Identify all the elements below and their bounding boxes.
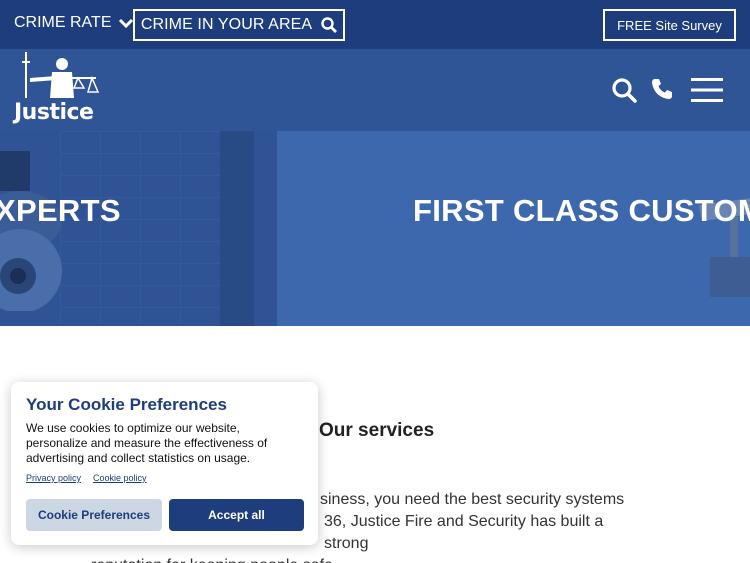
site-header [0,49,750,131]
hero-slider: XPERTS FIRST CLASS CUSTOMER [0,131,750,326]
intro-line: reputation for keeping people safe. [91,555,651,563]
cookie-title: Your Cookie Preferences [26,395,227,414]
hero-slide-text: FIRST CLASS CUSTOMER [413,193,750,228]
hero-slide-text: XPERTS [0,193,121,228]
crime-rate-label: CRIME RATE [14,14,112,31]
cookie-preferences-button[interactable]: Cookie Preferences [26,499,162,531]
search-icon[interactable] [611,77,637,103]
crime-area-label: CRIME IN YOUR AREA [140,16,313,33]
search-icon [321,17,338,33]
services-heading: Our services [319,420,435,441]
survey-label: FREE Site Survey [617,17,722,33]
logo-text: Justice [14,100,94,125]
accept-all-button[interactable]: Accept all [169,499,304,531]
cookie-policy-link[interactable]: Cookie policy [93,473,147,483]
dome-camera-icon [0,151,62,311]
privacy-policy-link[interactable]: Privacy policy [26,473,81,483]
hamburger-menu-icon[interactable] [691,77,723,103]
top-utility-bar: CRIME RATE CRIME IN YOUR AREA FREE Site … [0,0,750,49]
free-site-survey-button[interactable]: FREE Site Survey [603,9,736,41]
crime-rate-dropdown[interactable]: CRIME RATE [14,14,134,32]
cookie-links: Privacy policy Cookie policy [26,473,147,483]
cookie-description: We use cookies to optimize our website, … [26,421,268,465]
crime-in-your-area-button[interactable]: CRIME IN YOUR AREA [133,9,345,41]
bullet-camera-icon [699,196,750,297]
cookie-consent-panel: Your Cookie Preferences We use cookies t… [11,382,318,545]
phone-icon[interactable] [650,77,674,101]
